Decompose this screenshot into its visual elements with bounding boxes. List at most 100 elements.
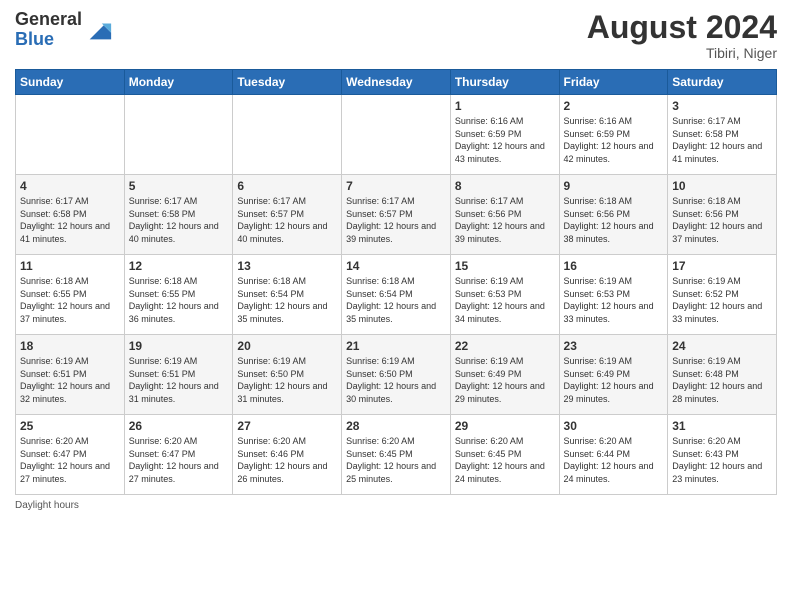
day-number: 21 [346,339,446,353]
day-info: Sunrise: 6:19 AM Sunset: 6:49 PM Dayligh… [564,355,664,405]
calendar-cell: 5Sunrise: 6:17 AM Sunset: 6:58 PM Daylig… [124,175,233,255]
calendar-cell: 30 Sunrise: 6:20 AM Sunset: 6:44 PM Dayli… [559,415,668,495]
header: General Blue August 2024 Tibiri, Niger [15,10,777,61]
logo-icon [85,16,113,44]
day-info: Sunrise: 6:20 AM Sunset: 6:45 PM Dayligh… [346,435,446,485]
day-number: 3 [672,99,772,113]
day-number: 2 [564,99,664,113]
calendar-cell: 26 Sunrise: 6:20 AM Sunset: 6:47 PM Dayli… [124,415,233,495]
week-row-5: 25 Sunrise: 6:20 AM Sunset: 6:47 PM Dayli… [16,415,777,495]
logo: General Blue [15,10,113,50]
day-number: 28 [346,419,446,433]
day-info: Sunrise: 6:18 AM Sunset: 6:55 PM Dayligh… [20,275,120,325]
day-number: 27 [237,419,337,433]
footer: Daylight hours [15,500,777,511]
daylight-hours-label: Daylight hours [15,500,79,511]
day-number: 26 [129,419,229,433]
day-info: Sunrise: 6:19 AM Sunset: 6:52 PM Dayligh… [672,275,772,325]
calendar-cell: 8 Sunrise: 6:17 AM Sunset: 6:56 PM Daylig… [450,175,559,255]
calendar-cell: 25 Sunrise: 6:20 AM Sunset: 6:47 PM Dayli… [16,415,125,495]
calendar-cell: 29Sunrise: 6:20 AM Sunset: 6:45 PM Dayli… [450,415,559,495]
day-number: 22 [455,339,555,353]
logo-text: General Blue [15,10,82,50]
week-row-2: 4Sunrise: 6:17 AM Sunset: 6:58 PM Daylig… [16,175,777,255]
day-number: 14 [346,259,446,273]
day-info: Sunrise: 6:18 AM Sunset: 6:54 PM Dayligh… [237,275,337,325]
calendar-cell: 19Sunrise: 6:19 AM Sunset: 6:51 PM Dayli… [124,335,233,415]
header-row: SundayMondayTuesdayWednesdayThursdayFrid… [16,70,777,95]
day-number: 10 [672,179,772,193]
day-header-thursday: Thursday [450,70,559,95]
week-row-4: 18 Sunrise: 6:19 AM Sunset: 6:51 PM Dayli… [16,335,777,415]
day-info: Sunrise: 6:19 AM Sunset: 6:53 PM Dayligh… [455,275,555,325]
calendar-cell: 11Sunrise: 6:18 AM Sunset: 6:55 PM Dayli… [16,255,125,335]
day-info: Sunrise: 6:18 AM Sunset: 6:56 PM Dayligh… [672,195,772,245]
calendar-cell: 4Sunrise: 6:17 AM Sunset: 6:58 PM Daylig… [16,175,125,255]
day-number: 8 [455,179,555,193]
day-number: 7 [346,179,446,193]
calendar-cell: 15 Sunrise: 6:19 AM Sunset: 6:53 PM Dayli… [450,255,559,335]
day-info: Sunrise: 6:20 AM Sunset: 6:43 PM Dayligh… [672,435,772,485]
calendar-table: SundayMondayTuesdayWednesdayThursdayFrid… [15,69,777,495]
day-header-sunday: Sunday [16,70,125,95]
day-info: Sunrise: 6:17 AM Sunset: 6:58 PM Dayligh… [672,115,772,165]
calendar-cell: 14Sunrise: 6:18 AM Sunset: 6:54 PM Dayli… [342,255,451,335]
logo-blue: Blue [15,30,82,50]
calendar-cell: 23 Sunrise: 6:19 AM Sunset: 6:49 PM Dayli… [559,335,668,415]
day-number: 24 [672,339,772,353]
calendar-cell: 12Sunrise: 6:18 AM Sunset: 6:55 PM Dayli… [124,255,233,335]
day-header-tuesday: Tuesday [233,70,342,95]
calendar-cell: 18 Sunrise: 6:19 AM Sunset: 6:51 PM Dayli… [16,335,125,415]
title-block: August 2024 Tibiri, Niger [587,10,777,61]
day-number: 9 [564,179,664,193]
day-number: 13 [237,259,337,273]
month-year: August 2024 [587,10,777,45]
calendar-cell: 1 Sunrise: 6:16 AM Sunset: 6:59 PM Daylig… [450,95,559,175]
calendar-cell: 24 Sunrise: 6:19 AM Sunset: 6:48 PM Dayli… [668,335,777,415]
day-number: 18 [20,339,120,353]
logo-general: General [15,10,82,30]
day-number: 5 [129,179,229,193]
calendar-cell: 28 Sunrise: 6:20 AM Sunset: 6:45 PM Dayli… [342,415,451,495]
calendar-cell: 10 Sunrise: 6:18 AM Sunset: 6:56 PM Dayli… [668,175,777,255]
day-info: Sunrise: 6:20 AM Sunset: 6:44 PM Dayligh… [564,435,664,485]
day-info: Sunrise: 6:19 AM Sunset: 6:50 PM Dayligh… [346,355,446,405]
day-info: Sunrise: 6:17 AM Sunset: 6:56 PM Dayligh… [455,195,555,245]
day-number: 15 [455,259,555,273]
calendar-cell [16,95,125,175]
calendar-cell: 20Sunrise: 6:19 AM Sunset: 6:50 PM Dayli… [233,335,342,415]
calendar-cell: 13 Sunrise: 6:18 AM Sunset: 6:54 PM Dayli… [233,255,342,335]
day-number: 6 [237,179,337,193]
day-info: Sunrise: 6:19 AM Sunset: 6:53 PM Dayligh… [564,275,664,325]
day-info: Sunrise: 6:20 AM Sunset: 6:47 PM Dayligh… [129,435,229,485]
calendar-cell: 17Sunrise: 6:19 AM Sunset: 6:52 PM Dayli… [668,255,777,335]
calendar-cell: 21 Sunrise: 6:19 AM Sunset: 6:50 PM Dayli… [342,335,451,415]
page: General Blue August 2024 Tibiri, Niger S… [0,0,792,612]
day-info: Sunrise: 6:19 AM Sunset: 6:51 PM Dayligh… [20,355,120,405]
day-number: 1 [455,99,555,113]
day-header-monday: Monday [124,70,233,95]
day-info: Sunrise: 6:18 AM Sunset: 6:56 PM Dayligh… [564,195,664,245]
day-number: 25 [20,419,120,433]
day-number: 4 [20,179,120,193]
calendar-cell [124,95,233,175]
day-info: Sunrise: 6:20 AM Sunset: 6:47 PM Dayligh… [20,435,120,485]
day-number: 30 [564,419,664,433]
calendar-cell: 27 Sunrise: 6:20 AM Sunset: 6:46 PM Dayli… [233,415,342,495]
day-header-wednesday: Wednesday [342,70,451,95]
day-number: 16 [564,259,664,273]
day-info: Sunrise: 6:17 AM Sunset: 6:57 PM Dayligh… [346,195,446,245]
day-info: Sunrise: 6:19 AM Sunset: 6:48 PM Dayligh… [672,355,772,405]
day-info: Sunrise: 6:20 AM Sunset: 6:46 PM Dayligh… [237,435,337,485]
day-info: Sunrise: 6:16 AM Sunset: 6:59 PM Dayligh… [455,115,555,165]
day-info: Sunrise: 6:17 AM Sunset: 6:57 PM Dayligh… [237,195,337,245]
calendar-cell: 9 Sunrise: 6:18 AM Sunset: 6:56 PM Daylig… [559,175,668,255]
day-info: Sunrise: 6:20 AM Sunset: 6:45 PM Dayligh… [455,435,555,485]
day-number: 23 [564,339,664,353]
calendar-cell: 3 Sunrise: 6:17 AM Sunset: 6:58 PM Daylig… [668,95,777,175]
calendar-cell [233,95,342,175]
calendar-cell [342,95,451,175]
day-header-saturday: Saturday [668,70,777,95]
calendar-cell: 6 Sunrise: 6:17 AM Sunset: 6:57 PM Daylig… [233,175,342,255]
week-row-1: 1 Sunrise: 6:16 AM Sunset: 6:59 PM Daylig… [16,95,777,175]
